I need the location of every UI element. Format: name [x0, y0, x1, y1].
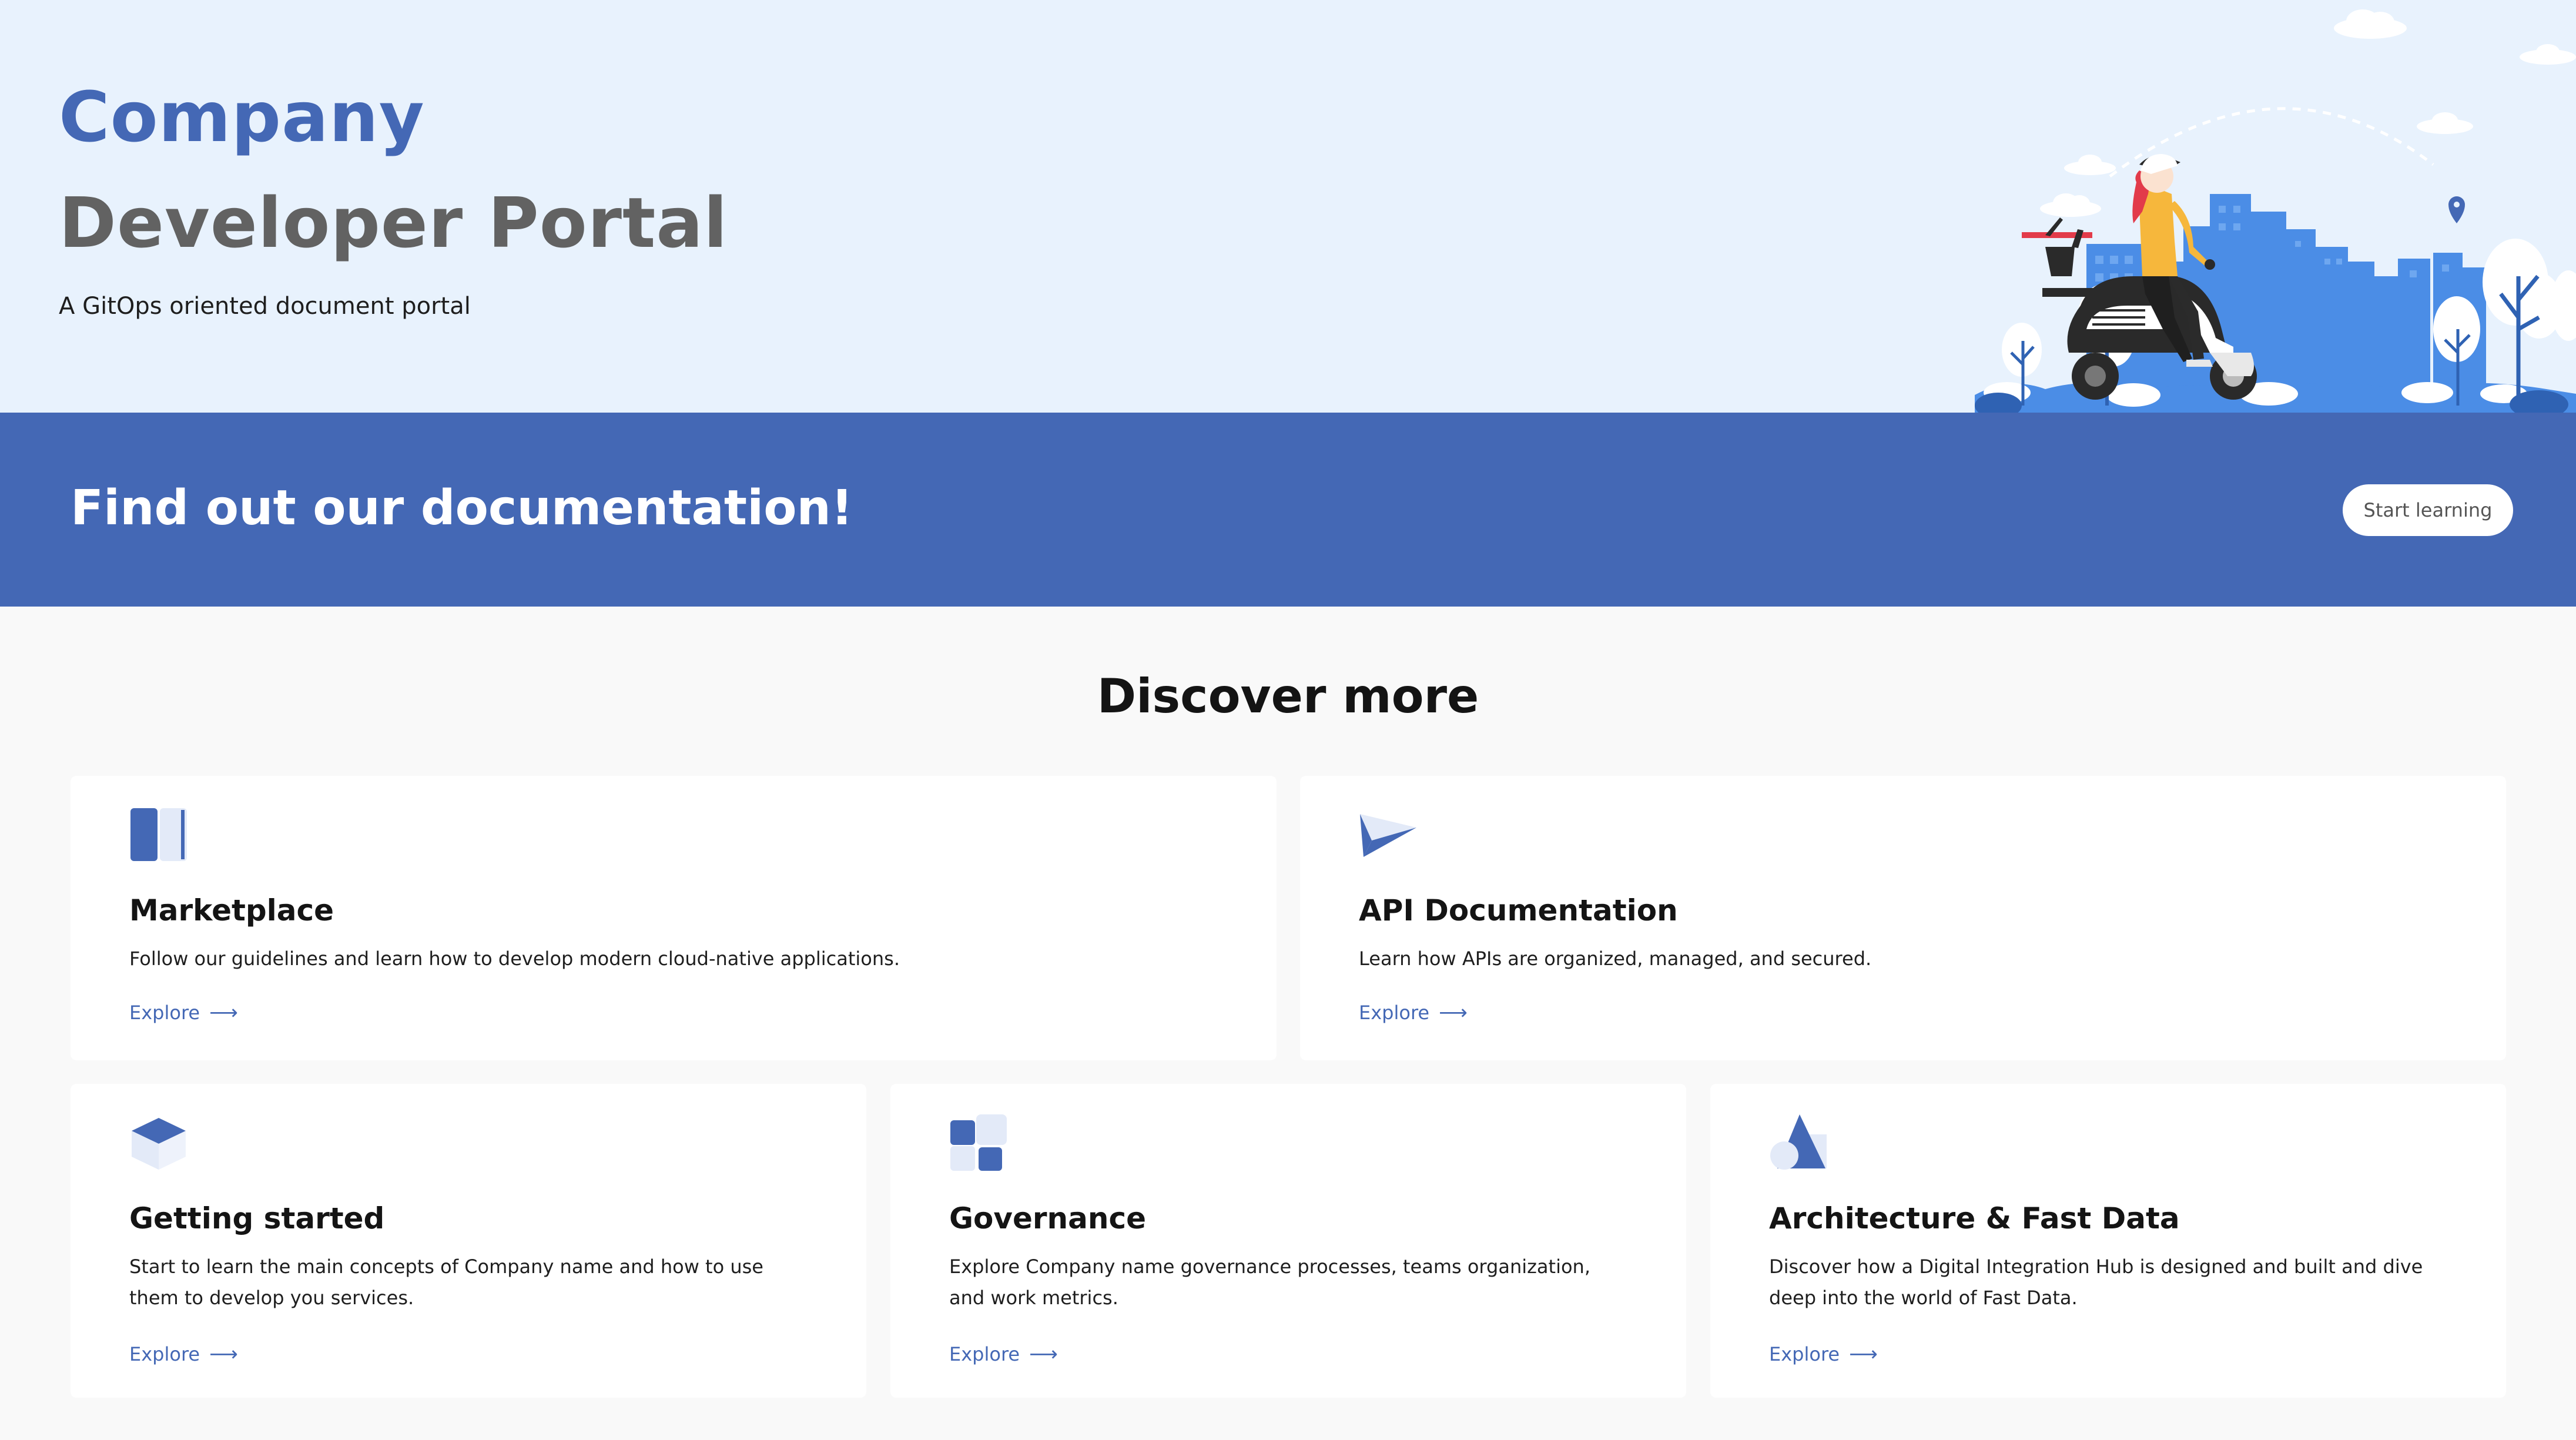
card-marketplace: Marketplace Follow our guidelines and le… [71, 776, 1277, 1060]
card-getting-started: Getting started Start to learn the main … [71, 1084, 866, 1398]
documentation-banner: Find out our documentation! Start learni… [0, 413, 2576, 607]
explore-label: Explore [129, 1343, 200, 1365]
card-description: Follow our guidelines and learn how to d… [129, 947, 900, 970]
paper-plane-icon [1360, 814, 1416, 857]
card-description: Start to learn the main concepts of Comp… [129, 1255, 763, 1309]
arrow-right-icon: ⟶ [209, 1342, 238, 1366]
hero-subtitle: A GitOps oriented document portal [59, 293, 471, 320]
card-description: Discover how a Digital Integration Hub i… [1769, 1255, 2423, 1309]
cube-icon [132, 1118, 186, 1170]
banner-title: Find out our documentation! [71, 480, 853, 536]
hero-title-portal: Developer Portal [59, 182, 728, 263]
card-title: Getting started [129, 1201, 385, 1235]
card-title: Governance [949, 1201, 1147, 1235]
card-title: Architecture & Fast Data [1769, 1201, 2180, 1235]
explore-link[interactable]: Explore ⟶ [129, 1342, 238, 1366]
arrow-right-icon: ⟶ [209, 1001, 238, 1024]
delivery-scooter-illustration [1975, 9, 2576, 413]
card-architecture-fast-data: Architecture & Fast Data Discover how a … [1710, 1084, 2506, 1398]
explore-label: Explore [129, 1002, 200, 1024]
card-title: Marketplace [129, 893, 334, 927]
arrow-right-icon: ⟶ [1029, 1342, 1058, 1366]
card-title: API Documentation [1359, 893, 1678, 927]
card-description: Learn how APIs are organized, managed, a… [1359, 947, 1872, 970]
card-api-documentation: API Documentation Learn how APIs are org… [1300, 776, 2506, 1060]
explore-label: Explore [1359, 1002, 1430, 1024]
explore-link[interactable]: Explore ⟶ [949, 1342, 1058, 1366]
explore-label: Explore [949, 1343, 1020, 1365]
hero-title-company: Company [59, 76, 425, 158]
card-governance: Governance Explore Company name governan… [890, 1084, 1686, 1398]
explore-link[interactable]: Explore ⟶ [129, 1001, 238, 1024]
arrow-right-icon: ⟶ [1439, 1001, 1468, 1024]
hero-section: Company Developer Portal A GitOps orient… [0, 0, 2576, 413]
blocks-icon [950, 1114, 1007, 1171]
book-icon [130, 808, 187, 861]
explore-link[interactable]: Explore ⟶ [1769, 1342, 1878, 1366]
explore-link[interactable]: Explore ⟶ [1359, 1001, 1468, 1024]
explore-label: Explore [1769, 1343, 1840, 1365]
start-learning-button[interactable]: Start learning [2343, 484, 2513, 536]
shapes-icon [1770, 1114, 1827, 1170]
card-description: Explore Company name governance processe… [949, 1255, 1590, 1309]
arrow-right-icon: ⟶ [1849, 1342, 1878, 1366]
discover-title: Discover more [1097, 669, 1479, 724]
